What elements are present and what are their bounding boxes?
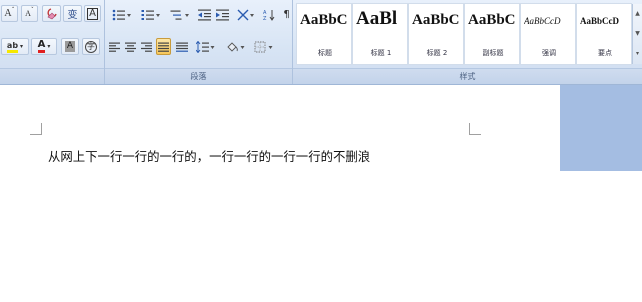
increase-indent-button[interactable] [214, 6, 231, 23]
decrease-indent-icon [198, 9, 211, 20]
eraser-icon [47, 7, 57, 19]
style-heading-2[interactable]: AaBbC 标题 2 [408, 3, 464, 65]
styles-group-caption: 样式 [293, 68, 642, 84]
chevron-down-icon: ▾ [47, 43, 51, 50]
shrink-font-button[interactable]: Aˇ [21, 5, 38, 22]
chinese-layout-button[interactable] [233, 6, 259, 23]
style-strong[interactable]: AaBbCcD 要点 [576, 3, 632, 65]
font-color-button[interactable]: A ▾ [31, 38, 57, 55]
distributed-icon [175, 42, 188, 52]
line-spacing-icon [195, 40, 214, 53]
chevron-down-icon: ▾ [20, 43, 24, 50]
svg-text:Z: Z [263, 16, 267, 21]
style-title[interactable]: AaBbC 标题 [296, 3, 352, 65]
clear-format-button[interactable] [42, 5, 61, 22]
numbered-list-icon [141, 9, 160, 20]
phonetic-guide-button[interactable]: 变 [63, 5, 82, 22]
style-emphasis[interactable]: AaBbCcD 强调 [520, 3, 576, 65]
font-group-caption [0, 68, 104, 84]
character-border-button[interactable]: A [84, 5, 101, 22]
align-center-button[interactable] [124, 38, 137, 55]
styles-gallery-scroll[interactable]: ▲ ▼ ▾ [632, 4, 642, 64]
side-panel [560, 85, 642, 171]
justify-button[interactable] [156, 38, 171, 55]
grow-font-button[interactable]: Aˆ [1, 5, 18, 22]
justify-icon [158, 42, 169, 52]
chevron-down-icon[interactable]: ▼ [633, 24, 642, 44]
numbering-button[interactable] [137, 6, 165, 23]
style-heading-1[interactable]: AaBl 标题 1 [352, 3, 408, 65]
style-subtitle[interactable]: AaBbC 副标题 [464, 3, 520, 65]
multilevel-list-icon [170, 10, 189, 20]
distributed-button[interactable] [174, 38, 189, 55]
align-left-icon [109, 42, 120, 52]
highlight-color-button[interactable]: ab ▾ [1, 38, 29, 55]
borders-icon [254, 41, 272, 52]
word-window: Aˆ Aˇ 变 A ab ▾ A ▾ A 字 A Z ¶ 段落 AaBbC 标题… [0, 0, 642, 302]
bullet-list-icon [112, 9, 131, 20]
shading-button[interactable] [222, 38, 248, 55]
more-icon[interactable]: ▾ [633, 44, 642, 64]
margin-corner-left [30, 123, 42, 135]
paragraph-group-caption: 段落 [105, 68, 292, 84]
pilcrow-icon: ¶ [283, 9, 290, 20]
multilevel-list-button[interactable] [166, 6, 194, 23]
ribbon: Aˆ Aˇ 变 A ab ▾ A ▾ A 字 A Z ¶ 段落 AaBbC 标题… [0, 0, 642, 85]
styles-gallery: AaBbC 标题 AaBl 标题 1 AaBbC 标题 2 AaBbC 副标题 … [296, 3, 632, 65]
character-shading-button[interactable]: A [61, 38, 79, 55]
sort-button[interactable]: A Z [261, 6, 278, 23]
document-body-text[interactable]: 从网上下一行一行的一行的，一行一行的一行一行的不删浪 [48, 147, 370, 165]
borders-button[interactable] [250, 38, 276, 55]
bullets-button[interactable] [108, 6, 136, 23]
align-center-icon [125, 42, 136, 52]
align-right-icon [141, 42, 152, 52]
margin-corner-right [469, 123, 481, 135]
line-spacing-button[interactable] [192, 38, 218, 55]
enclose-characters-button[interactable]: 字 [82, 38, 100, 55]
paint-bucket-icon [226, 41, 244, 52]
sort-icon: A Z [263, 9, 275, 21]
chevron-up-icon[interactable]: ▲ [633, 4, 642, 24]
decrease-indent-button[interactable] [196, 6, 213, 23]
align-right-button[interactable] [140, 38, 153, 55]
chinese-layout-icon [237, 9, 254, 20]
increase-indent-icon [216, 9, 229, 20]
document-canvas[interactable] [0, 85, 642, 302]
align-left-button[interactable] [108, 38, 121, 55]
